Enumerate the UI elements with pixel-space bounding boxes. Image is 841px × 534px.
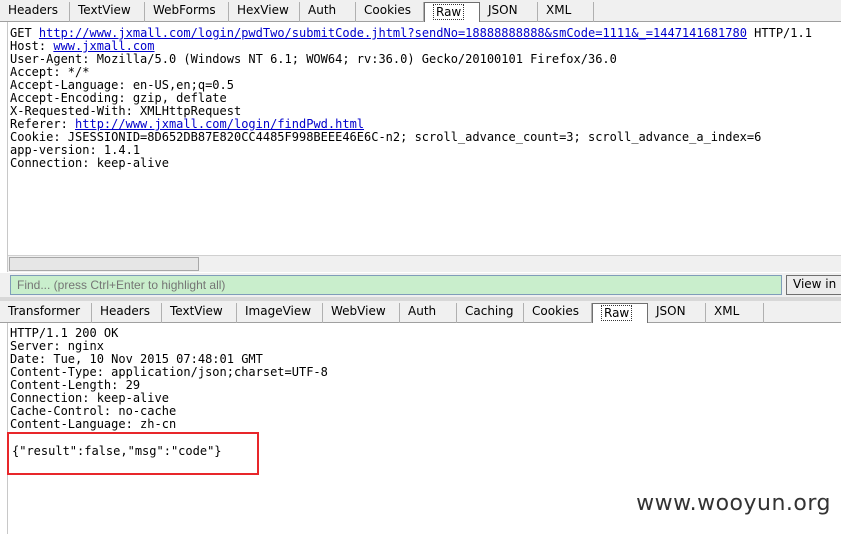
request-tab-hexview[interactable]: HexView bbox=[229, 2, 300, 22]
response-json-body: {"result":false,"msg":"code"} bbox=[12, 444, 222, 458]
response-tab-caching[interactable]: Caching bbox=[457, 303, 524, 323]
response-tab-json[interactable]: JSON bbox=[648, 303, 706, 323]
request-tab-xml[interactable]: XML bbox=[538, 2, 594, 22]
status-line: HTTP/1.1 200 OK bbox=[10, 327, 119, 340]
response-tab-webview[interactable]: WebView bbox=[323, 303, 400, 323]
request-tab-auth[interactable]: Auth bbox=[300, 2, 356, 22]
referer-link[interactable]: http://www.jxmall.com/login/findPwd.html bbox=[75, 117, 364, 131]
request-tab-bar: Headers TextView WebForms HexView Auth C… bbox=[0, 0, 841, 22]
response-tab-textview[interactable]: TextView bbox=[162, 303, 237, 323]
request-tab-headers[interactable]: Headers bbox=[0, 2, 70, 22]
host-link[interactable]: www.jxmall.com bbox=[53, 39, 154, 53]
connection-line: Connection: keep-alive bbox=[10, 156, 169, 170]
request-tab-webforms[interactable]: WebForms bbox=[145, 2, 229, 22]
scrollbar-thumb[interactable] bbox=[9, 257, 199, 271]
response-tab-xml[interactable]: XML bbox=[706, 303, 764, 323]
request-tab-raw[interactable]: Raw bbox=[424, 2, 480, 22]
find-input[interactable] bbox=[10, 275, 782, 295]
response-tab-raw[interactable]: Raw bbox=[592, 303, 648, 323]
find-bar: View in Notepad bbox=[0, 273, 841, 297]
response-tab-transformer[interactable]: Transformer bbox=[0, 303, 92, 323]
request-gutter bbox=[0, 22, 8, 272]
watermark: www.wooyun.org bbox=[636, 491, 831, 516]
content-language-line: Content-Language: zh-cn bbox=[10, 417, 177, 431]
response-tab-auth[interactable]: Auth bbox=[400, 303, 457, 323]
view-in-notepad-button[interactable]: View in Notepad bbox=[786, 275, 841, 295]
request-tab-cookies[interactable]: Cookies bbox=[356, 2, 424, 22]
request-tab-textview[interactable]: TextView bbox=[70, 2, 145, 22]
response-tab-bar: Transformer Headers TextView ImageView W… bbox=[0, 301, 841, 323]
request-horizontal-scrollbar[interactable] bbox=[8, 255, 841, 272]
request-tab-raw-label: Raw bbox=[433, 4, 465, 20]
response-gutter bbox=[0, 323, 8, 534]
response-tab-imageview[interactable]: ImageView bbox=[237, 303, 323, 323]
response-tab-raw-label: Raw bbox=[601, 305, 633, 321]
user-agent-line: User-Agent: Mozilla/5.0 (Windows NT 6.1;… bbox=[10, 52, 617, 66]
response-tab-headers[interactable]: Headers bbox=[92, 303, 162, 323]
request-tab-json[interactable]: JSON bbox=[480, 2, 538, 22]
request-raw-text[interactable]: GET http://www.jxmall.com/login/pwdTwo/s… bbox=[10, 27, 841, 255]
response-tab-cookies[interactable]: Cookies bbox=[524, 303, 592, 323]
